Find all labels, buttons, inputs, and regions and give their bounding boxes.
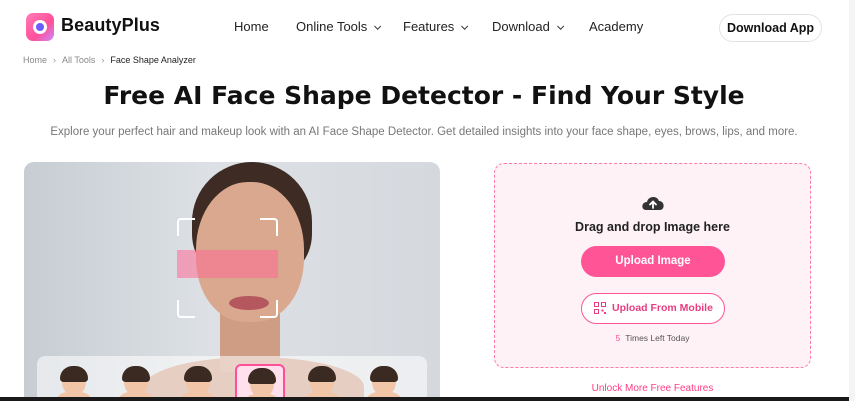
breadcrumb-home[interactable]: Home bbox=[23, 55, 47, 65]
breadcrumb-all-tools[interactable]: All Tools bbox=[62, 55, 95, 65]
face-thumbnail[interactable] bbox=[173, 364, 223, 401]
face-thumbnail-strip bbox=[37, 356, 427, 401]
times-left-count: 5 bbox=[615, 333, 621, 343]
chevron-right-icon: › bbox=[53, 55, 57, 65]
drag-drop-text: Drag and drop Image here bbox=[575, 220, 730, 234]
cloud-upload-icon bbox=[642, 196, 664, 210]
chevron-down-icon bbox=[461, 22, 469, 30]
face-thumbnail-selected[interactable] bbox=[235, 364, 285, 401]
beautyplus-logo-icon[interactable] bbox=[26, 13, 54, 41]
brand-name[interactable]: BeautyPlus bbox=[61, 15, 160, 36]
window-bottom-edge bbox=[0, 397, 855, 401]
upload-dropzone[interactable]: Drag and drop Image here Upload Image Up… bbox=[494, 163, 811, 368]
upload-from-mobile-button[interactable]: Upload From Mobile bbox=[581, 293, 725, 324]
chevron-down-icon bbox=[374, 22, 382, 30]
chevron-down-icon bbox=[556, 22, 564, 30]
unlock-features-link[interactable]: Unlock More Free Features bbox=[494, 383, 811, 394]
face-thumbnail[interactable] bbox=[297, 364, 347, 401]
download-app-button[interactable]: Download App bbox=[719, 14, 822, 42]
chevron-right-icon: › bbox=[101, 55, 105, 65]
nav-academy[interactable]: Academy bbox=[589, 19, 643, 34]
times-left-text: 5 Times Left Today bbox=[615, 333, 690, 343]
face-thumbnail[interactable] bbox=[359, 364, 409, 401]
upload-image-button[interactable]: Upload Image bbox=[581, 246, 725, 277]
nav-online-tools[interactable]: Online Tools bbox=[296, 19, 382, 34]
scrollbar[interactable] bbox=[849, 0, 855, 401]
page-subtitle: Explore your perfect hair and makeup loo… bbox=[50, 126, 798, 138]
sample-face-photo bbox=[24, 162, 440, 401]
nav-features[interactable]: Features bbox=[403, 19, 469, 34]
breadcrumb: Home › All Tools › Face Shape Analyzer bbox=[23, 55, 196, 65]
page-title: Free AI Face Shape Detector - Find Your … bbox=[103, 81, 745, 110]
face-detection-frame bbox=[177, 218, 278, 318]
nav-download[interactable]: Download bbox=[492, 19, 564, 34]
face-thumbnail[interactable] bbox=[49, 364, 99, 401]
face-thumbnail[interactable] bbox=[111, 364, 161, 401]
qr-code-icon bbox=[594, 302, 606, 314]
top-header: BeautyPlus Home Online Tools Features Do… bbox=[0, 0, 855, 52]
nav-home[interactable]: Home bbox=[234, 19, 269, 34]
breadcrumb-current: Face Shape Analyzer bbox=[110, 55, 196, 65]
